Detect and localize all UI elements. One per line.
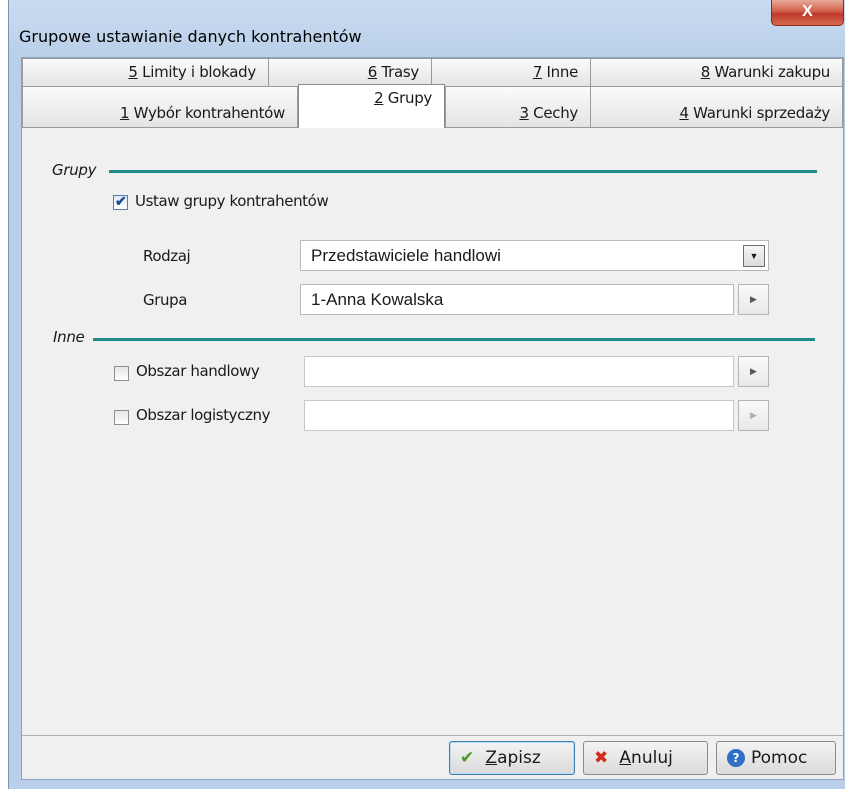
tab-trasy[interactable]: 6 Trasy — [268, 58, 432, 86]
tab-limity-i-blokady[interactable]: 5 Limity i blokady — [22, 58, 269, 86]
dialog-footer: ✔ Zapisz ✖ Anuluj ? Pomoc — [22, 735, 843, 779]
tab-cechy[interactable]: 3 Cechy — [445, 86, 591, 127]
tab-warunki-zakupu[interactable]: 8 Warunki zakupu — [590, 58, 843, 86]
obszar-logistyczny-field[interactable] — [304, 400, 734, 431]
rodzaj-value: Przedstawiciele handlowi — [311, 246, 501, 265]
section-label-grupy: Grupy — [52, 161, 97, 179]
obszar-handlowy-label: Obszar handlowy — [136, 362, 260, 380]
cancel-icon: ✖ — [594, 748, 609, 768]
help-icon: ? — [727, 749, 745, 767]
tab-panel-grupy: Grupy ✔ Ustaw grupy kontrahentów Rodzaj … — [22, 127, 843, 734]
check-icon: ✔ — [460, 748, 475, 768]
obszar-logistyczny-label: Obszar logistyczny — [136, 406, 271, 424]
ustaw-grupy-checkbox[interactable]: ✔ — [113, 193, 128, 210]
obszar-handlowy-field[interactable] — [304, 356, 734, 387]
obszar-logistyczny-checkbox[interactable] — [114, 410, 129, 425]
obszar-handlowy-select-button[interactable]: ▶ — [738, 356, 769, 387]
title-bar[interactable]: Grupowe ustawianie danych kontrahentów X — [9, 0, 845, 46]
tab-wybor-kontrahentow[interactable]: 1 Wybór kontrahentów — [22, 86, 298, 127]
dialog-client-area: 5 Limity i blokady 6 Trasy 7 Inne 8 Waru… — [21, 57, 844, 780]
chevron-down-icon[interactable]: ▼ — [743, 245, 765, 267]
section-divider — [93, 338, 815, 341]
cancel-button[interactable]: ✖ Anuluj — [583, 741, 708, 775]
tab-grupy[interactable]: 2 Grupy — [298, 84, 445, 128]
grupa-label: Grupa — [143, 291, 188, 309]
tab-warunki-sprzedazy[interactable]: 4 Warunki sprzedaży — [590, 86, 843, 127]
checkmark-icon: ✔ — [115, 193, 127, 209]
obszar-logistyczny-select-button[interactable]: ▶ — [738, 400, 769, 431]
section-divider — [109, 170, 817, 173]
ustaw-grupy-label: Ustaw grupy kontrahentów — [135, 192, 329, 210]
rodzaj-select[interactable]: Przedstawiciele handlowi — [300, 240, 769, 271]
section-label-inne: Inne — [53, 328, 85, 346]
grupa-select-button[interactable]: ▶ — [738, 284, 769, 315]
tab-inne[interactable]: 7 Inne — [431, 58, 591, 86]
grupa-value: 1-Anna Kowalska — [311, 290, 444, 309]
close-button[interactable]: X — [771, 0, 844, 26]
help-button[interactable]: ? Pomoc — [716, 741, 836, 775]
save-button[interactable]: ✔ Zapisz — [449, 741, 575, 775]
grupa-field[interactable]: 1-Anna Kowalska — [300, 284, 734, 315]
obszar-handlowy-checkbox[interactable] — [114, 366, 129, 381]
window-title: Grupowe ustawianie danych kontrahentów — [19, 27, 362, 46]
dialog-window: Grupowe ustawianie danych kontrahentów X… — [8, 0, 845, 789]
rodzaj-label: Rodzaj — [143, 247, 191, 265]
